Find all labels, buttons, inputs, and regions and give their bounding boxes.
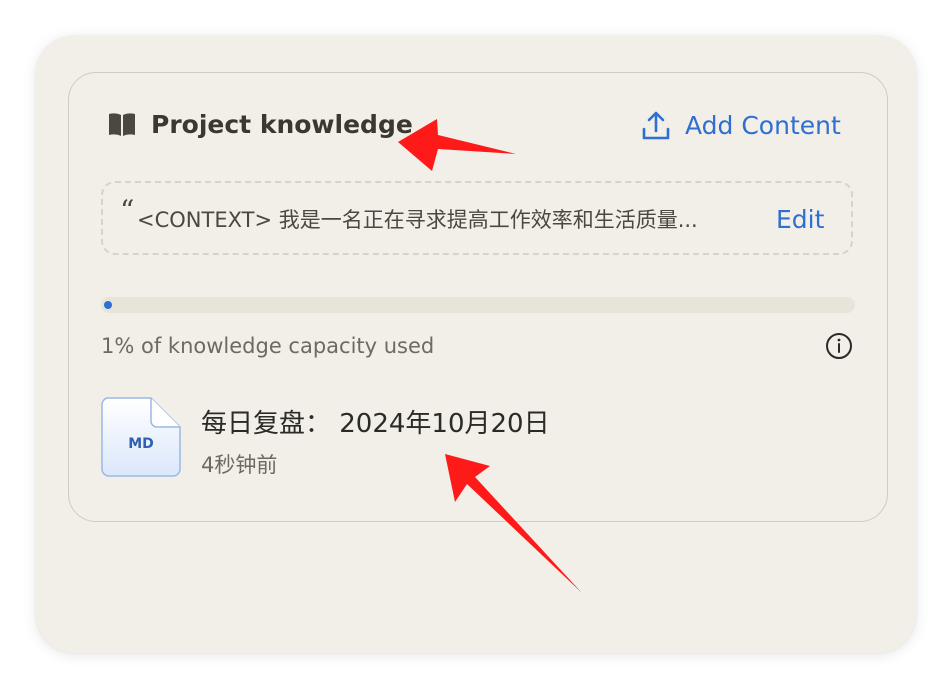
add-content-label: Add Content bbox=[685, 111, 841, 140]
add-content-button[interactable]: Add Content bbox=[640, 108, 841, 144]
markdown-file-icon[interactable]: MD bbox=[101, 397, 181, 477]
upload-icon bbox=[642, 111, 670, 140]
file-timestamp: 4秒钟前 bbox=[201, 453, 278, 477]
edit-context-button[interactable]: Edit bbox=[776, 203, 824, 237]
capacity-label: 1% of knowledge capacity used bbox=[101, 334, 435, 358]
capacity-progress-bar bbox=[101, 297, 855, 313]
section-title: Project knowledge bbox=[151, 110, 413, 139]
file-type-badge: MD bbox=[128, 436, 154, 452]
context-preview-text: <CONTEXT> 我是一名正在寻求提高工作效率和生活质量... bbox=[137, 208, 698, 232]
capacity-progress-fill bbox=[104, 301, 112, 309]
quote-icon: “ bbox=[120, 194, 135, 227]
file-name[interactable]: 每日复盘： 2024年10月20日 bbox=[201, 407, 550, 441]
info-icon[interactable] bbox=[825, 332, 853, 360]
book-open-icon bbox=[109, 113, 135, 136]
